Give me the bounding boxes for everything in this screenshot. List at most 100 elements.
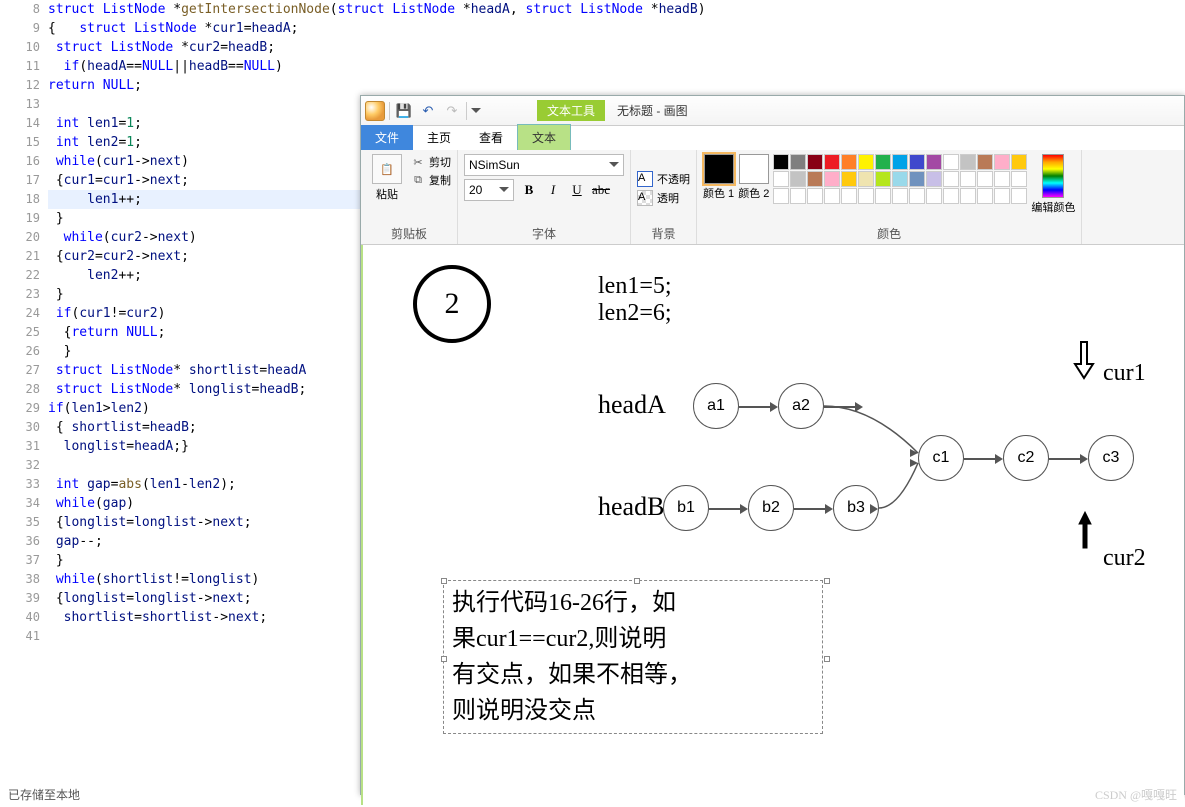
selection-handle[interactable] (824, 578, 830, 584)
code-text[interactable]: struct ListNode *cur2=headB; (48, 38, 1185, 57)
tab-home[interactable]: 主页 (413, 125, 465, 150)
color-swatch[interactable] (977, 154, 993, 170)
color-swatch[interactable] (807, 188, 823, 204)
text-box[interactable]: 执行代码16-26行，如 果cur1==cur2,则说明 有交点，如果不相等， … (443, 580, 823, 734)
color-swatch[interactable] (943, 154, 959, 170)
line-number: 13 (0, 95, 48, 114)
color-swatch[interactable] (858, 188, 874, 204)
color-swatch[interactable] (773, 188, 789, 204)
color-swatch[interactable] (892, 154, 908, 170)
text-tools-tab: 文本工具 (537, 100, 605, 121)
color-swatch[interactable] (977, 188, 993, 204)
italic-button[interactable]: I (542, 179, 564, 201)
undo-icon[interactable]: ↶ (418, 101, 438, 121)
paste-button[interactable]: 📋 粘贴 (367, 154, 407, 202)
transparent-button[interactable]: A透明 (637, 190, 679, 206)
color-swatch[interactable] (807, 171, 823, 187)
paint-canvas[interactable]: 2 len1=5; len2=6; headA headB a1 a2 b1 b… (361, 245, 1184, 805)
line-number: 14 (0, 114, 48, 133)
color-swatch[interactable] (943, 171, 959, 187)
color-swatch[interactable] (875, 171, 891, 187)
code-text[interactable]: { struct ListNode *cur1=headA; (48, 19, 1185, 38)
color-swatch[interactable] (824, 171, 840, 187)
color-swatch[interactable] (977, 171, 993, 187)
line-number: 26 (0, 342, 48, 361)
qat-dropdown-icon[interactable] (471, 108, 481, 114)
up-arrow-icon (1075, 510, 1095, 550)
color-swatch[interactable] (875, 154, 891, 170)
color-swatch[interactable] (926, 188, 942, 204)
tab-view[interactable]: 查看 (465, 125, 517, 150)
color1-button[interactable]: 颜色 1 (703, 154, 734, 201)
selection-handle[interactable] (441, 578, 447, 584)
color-swatch[interactable] (994, 154, 1010, 170)
color-swatch[interactable] (960, 171, 976, 187)
save-icon[interactable]: 💾 (394, 101, 414, 121)
color-swatch[interactable] (1011, 171, 1027, 187)
line-number: 15 (0, 133, 48, 152)
color-swatch[interactable] (841, 188, 857, 204)
code-text[interactable]: if(headA==NULL||headB==NULL) (48, 57, 1185, 76)
font-size-combo[interactable]: 20 (464, 179, 514, 201)
color-swatch[interactable] (892, 171, 908, 187)
color-swatch[interactable] (892, 188, 908, 204)
font-name-combo[interactable]: NSimSun (464, 154, 624, 176)
color-swatch[interactable] (858, 154, 874, 170)
code-text[interactable]: struct ListNode *getIntersectionNode(str… (48, 0, 1185, 19)
line-number: 30 (0, 418, 48, 437)
line-number: 8 (0, 0, 48, 19)
color-swatch[interactable] (994, 171, 1010, 187)
code-line[interactable]: 8struct ListNode *getIntersectionNode(st… (0, 0, 1185, 19)
redo-icon[interactable]: ↷ (442, 101, 462, 121)
selection-handle[interactable] (441, 656, 447, 662)
color-swatch[interactable] (841, 154, 857, 170)
color-swatch[interactable] (824, 188, 840, 204)
edit-colors-button[interactable]: 编辑颜色 (1031, 154, 1075, 215)
group-colors-label: 颜色 (703, 223, 1075, 242)
tab-text[interactable]: 文本 (517, 124, 571, 150)
line-number: 9 (0, 19, 48, 38)
selection-handle[interactable] (824, 656, 830, 662)
tab-file[interactable]: 文件 (361, 125, 413, 150)
strike-button[interactable]: abc (590, 179, 612, 201)
code-line[interactable]: 12return NULL; (0, 76, 1185, 95)
color-swatch[interactable] (875, 188, 891, 204)
line-number: 21 (0, 247, 48, 266)
color-swatch[interactable] (841, 171, 857, 187)
opaque-button[interactable]: A不透明 (637, 171, 690, 187)
link-arrow (824, 406, 863, 407)
code-line[interactable]: 9{ struct ListNode *cur1=headA; (0, 19, 1185, 38)
color-swatch[interactable] (943, 188, 959, 204)
color-swatch[interactable] (824, 154, 840, 170)
color-swatch[interactable] (790, 154, 806, 170)
copy-button[interactable]: ⧉复制 (411, 172, 451, 188)
bold-button[interactable]: B (518, 179, 540, 201)
titlebar[interactable]: 💾 ↶ ↷ 文本工具 无标题 - 画图 (361, 96, 1184, 126)
color-swatch[interactable] (960, 188, 976, 204)
code-text[interactable]: return NULL; (48, 76, 1185, 95)
code-line[interactable]: 10 struct ListNode *cur2=headB; (0, 38, 1185, 57)
color-swatch[interactable] (926, 154, 942, 170)
color-swatch[interactable] (909, 154, 925, 170)
line-number: 39 (0, 589, 48, 608)
line-number: 38 (0, 570, 48, 589)
color-swatch[interactable] (909, 188, 925, 204)
code-line[interactable]: 11 if(headA==NULL||headB==NULL) (0, 57, 1185, 76)
color2-button[interactable]: 颜色 2 (738, 154, 769, 201)
color-swatch[interactable] (1011, 154, 1027, 170)
selection-handle[interactable] (634, 578, 640, 584)
color-swatch[interactable] (994, 188, 1010, 204)
color-swatch[interactable] (909, 171, 925, 187)
color-swatch[interactable] (807, 154, 823, 170)
color-swatch[interactable] (790, 188, 806, 204)
color-swatch[interactable] (1011, 188, 1027, 204)
color-swatch[interactable] (773, 154, 789, 170)
color-swatch[interactable] (858, 171, 874, 187)
line-number: 24 (0, 304, 48, 323)
color-swatch[interactable] (790, 171, 806, 187)
color-swatch[interactable] (773, 171, 789, 187)
color-swatch[interactable] (926, 171, 942, 187)
cut-button[interactable]: ✂剪切 (411, 154, 451, 170)
color-swatch[interactable] (960, 154, 976, 170)
underline-button[interactable]: U (566, 179, 588, 201)
